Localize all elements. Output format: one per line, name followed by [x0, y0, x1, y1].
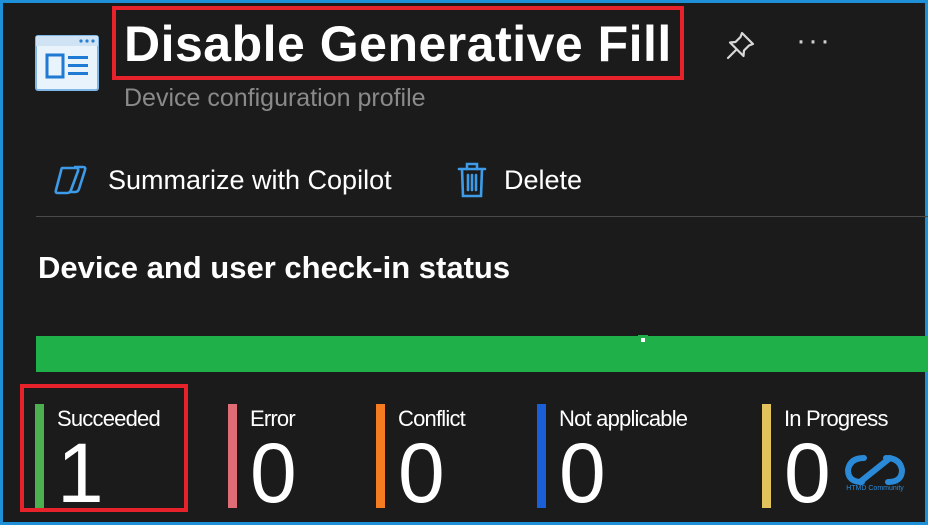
more-options-icon[interactable]: ··· — [796, 26, 832, 56]
copilot-icon — [54, 165, 87, 195]
tile-color-bar — [537, 404, 546, 508]
toolbar-divider — [36, 216, 928, 217]
tile-color-bar — [228, 404, 237, 508]
tile-count: 0 — [398, 426, 445, 520]
tile-color-bar — [376, 404, 385, 508]
checkin-status-bar[interactable] — [36, 336, 928, 372]
tile-count: 0 — [784, 426, 831, 520]
tile-count: 0 — [250, 426, 297, 520]
summarize-with-copilot-button[interactable]: Summarize with Copilot — [52, 156, 392, 204]
tile-count: 0 — [559, 426, 606, 520]
delete-button[interactable]: Delete — [456, 156, 582, 204]
page-title: Disable Generative Fill — [124, 16, 672, 72]
status-bar-marker — [638, 335, 648, 345]
settings-window-icon — [35, 35, 99, 91]
watermark-text: HTMD Community — [846, 485, 904, 492]
trash-icon — [457, 162, 487, 198]
succeeded-highlight-box — [20, 384, 188, 512]
summarize-label: Summarize with Copilot — [108, 164, 392, 195]
page-subtitle: Device configuration profile — [124, 84, 426, 112]
section-title: Device and user check-in status — [38, 250, 511, 285]
pin-icon[interactable] — [722, 28, 758, 64]
delete-label: Delete — [504, 164, 583, 195]
tile-color-bar — [762, 404, 771, 508]
